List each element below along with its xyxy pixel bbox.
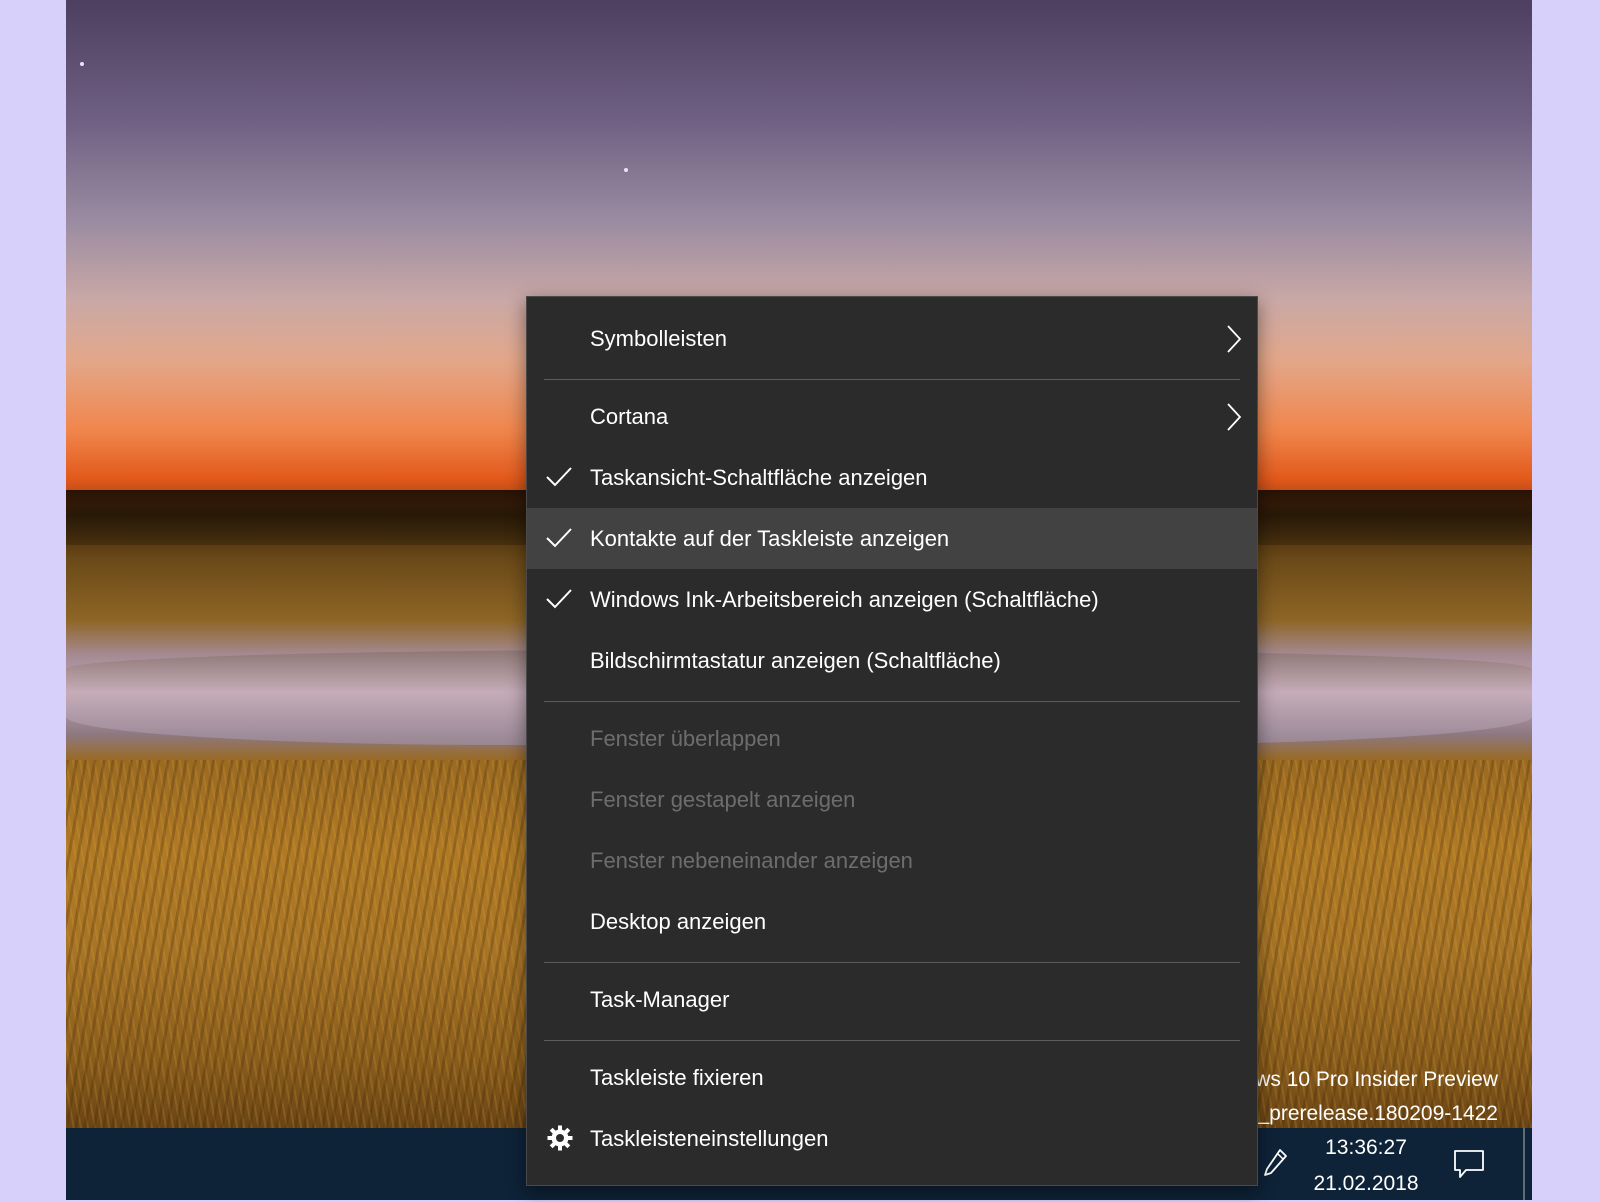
menu-item-label: Windows Ink-Arbeitsbereich anzeigen (Sch… (590, 587, 1099, 612)
menu-item-label: Taskleisteneinstellungen (590, 1126, 829, 1151)
menu-item-label: Cortana (590, 404, 669, 429)
menu-item-taskleiste-fixieren[interactable]: Taskleiste fixieren (527, 1047, 1257, 1108)
menu-item-label: Kontakte auf der Taskleiste anzeigen (590, 526, 950, 551)
pen-icon[interactable] (1262, 1148, 1288, 1178)
watermark-line-1: ows 10 Pro Insider Preview (1243, 1068, 1498, 1091)
menu-item-taskansicht[interactable]: Taskansicht-Schaltfläche anzeigen (527, 447, 1257, 508)
menu-separator (544, 962, 1240, 963)
menu-item-label: Taskansicht-Schaltfläche anzeigen (590, 465, 928, 490)
star (624, 168, 628, 172)
menu-separator (544, 379, 1240, 380)
menu-item-fenster-nebeneinander: Fenster nebeneinander anzeigen (527, 830, 1257, 891)
checkmark-icon (546, 528, 572, 548)
star (80, 62, 84, 66)
build-watermark: ows 10 Pro Insider Preview rs_prerelease… (1240, 1063, 1498, 1131)
menu-item-taskleisteneinstellungen[interactable]: Taskleisteneinstellungen (527, 1108, 1257, 1169)
chevron-right-icon (1227, 403, 1242, 431)
menu-item-kontakte[interactable]: Kontakte auf der Taskleiste anzeigen (527, 508, 1257, 569)
menu-item-bildschirmtastatur[interactable]: Bildschirmtastatur anzeigen (Schaltfläch… (527, 630, 1257, 691)
menu-item-fenster-ueberlappen: Fenster überlappen (527, 708, 1257, 769)
menu-item-label: Fenster nebeneinander anzeigen (590, 848, 913, 873)
checkmark-icon (546, 467, 572, 487)
chevron-right-icon (1227, 325, 1242, 353)
menu-item-label: Fenster überlappen (590, 726, 781, 751)
menu-item-desktop-anzeigen[interactable]: Desktop anzeigen (527, 891, 1257, 952)
menu-item-symbolleisten[interactable]: Symbolleisten (527, 308, 1257, 369)
taskbar-context-menu: Symbolleisten Cortana Taskansicht-Schalt… (526, 296, 1258, 1186)
clock-time: 13:36:27 (1325, 1136, 1407, 1159)
show-desktop-divider[interactable] (1523, 1128, 1525, 1200)
gear-icon (547, 1125, 573, 1151)
menu-item-windows-ink[interactable]: Windows Ink-Arbeitsbereich anzeigen (Sch… (527, 569, 1257, 630)
menu-item-label: Task-Manager (590, 987, 730, 1012)
clock-date: 21.02.2018 (1313, 1172, 1419, 1195)
menu-separator (544, 1040, 1240, 1041)
watermark-line-2: rs_prerelease.180209-1422 (1239, 1102, 1498, 1125)
menu-item-label: Desktop anzeigen (590, 909, 767, 934)
menu-item-label: Bildschirmtastatur anzeigen (Schaltfläch… (590, 648, 1001, 673)
menu-item-cortana[interactable]: Cortana (527, 386, 1257, 447)
menu-item-label: Symbolleisten (590, 326, 727, 351)
menu-item-label: Taskleiste fixieren (590, 1065, 764, 1090)
notification-icon[interactable] (1452, 1148, 1486, 1180)
menu-item-label: Fenster gestapelt anzeigen (590, 787, 856, 812)
taskbar-clock[interactable]: 13:36:27 21.02.2018 (1306, 1130, 1426, 1202)
checkmark-icon (546, 589, 572, 609)
menu-item-fenster-gestapelt: Fenster gestapelt anzeigen (527, 769, 1257, 830)
menu-item-task-manager[interactable]: Task-Manager (527, 969, 1257, 1030)
menu-separator (544, 701, 1240, 702)
